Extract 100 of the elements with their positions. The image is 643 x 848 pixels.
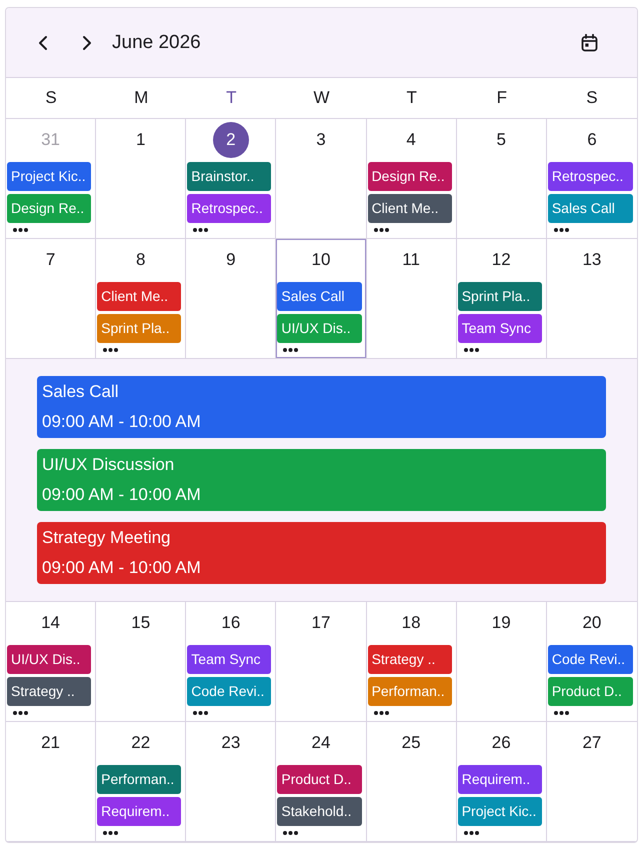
day-cell[interactable]: 7 bbox=[6, 239, 96, 358]
event-chip[interactable]: Team Sync bbox=[187, 645, 272, 674]
event-chip[interactable]: Stakehold.. bbox=[277, 797, 362, 826]
agenda-event[interactable]: Strategy Meeting 09:00 AM - 10:00 AM bbox=[37, 522, 606, 584]
more-icon[interactable] bbox=[554, 711, 569, 715]
more-icon[interactable] bbox=[554, 228, 569, 232]
day-cell[interactable]: 12 Sprint Pla.. Team Sync bbox=[456, 239, 547, 358]
day-cell[interactable]: 15 bbox=[96, 602, 186, 721]
day-cell[interactable]: 19 bbox=[456, 602, 547, 721]
more-icon[interactable] bbox=[193, 228, 208, 232]
weekday-label: F bbox=[496, 88, 507, 108]
weekday-label: M bbox=[134, 88, 148, 108]
date-number: 3 bbox=[315, 129, 327, 151]
event-chip[interactable]: Requirem.. bbox=[97, 797, 182, 826]
event-chip[interactable]: Performan.. bbox=[97, 765, 182, 794]
day-cell[interactable]: 13 bbox=[546, 239, 637, 358]
more-icon[interactable] bbox=[193, 711, 208, 715]
date-number: 23 bbox=[220, 732, 242, 754]
event-chip[interactable]: Team Sync bbox=[458, 314, 542, 343]
event-chip[interactable]: UI/UX Dis.. bbox=[7, 645, 92, 674]
event-time: 09:00 AM - 10:00 AM bbox=[42, 411, 201, 433]
event-chip[interactable]: Sprint Pla.. bbox=[458, 282, 542, 311]
event-chip[interactable]: Requirem.. bbox=[458, 765, 542, 794]
event-chip[interactable]: Strategy .. bbox=[7, 677, 92, 706]
more-icon[interactable] bbox=[103, 348, 118, 352]
month-title[interactable]: June 2026 bbox=[112, 32, 201, 54]
event-title: UI/UX Discussion bbox=[42, 454, 174, 476]
event-time: 09:00 AM - 10:00 AM bbox=[42, 557, 201, 579]
date-number: 2 bbox=[212, 122, 249, 158]
more-icon[interactable] bbox=[103, 831, 118, 835]
day-cell[interactable]: 2 Brainstor.. Retrospec.. bbox=[186, 119, 276, 238]
day-cell[interactable]: 11 bbox=[366, 239, 457, 358]
day-cell[interactable]: 25 bbox=[366, 722, 457, 841]
more-icon[interactable] bbox=[13, 711, 28, 715]
weekday-label: W bbox=[313, 88, 330, 108]
event-chip[interactable]: Strategy .. bbox=[368, 645, 452, 674]
day-cell[interactable]: 27 bbox=[546, 722, 637, 841]
event-chip[interactable]: Sales Call bbox=[548, 194, 633, 223]
day-cell[interactable]: 20 Code Revi.. Product D.. bbox=[546, 602, 637, 721]
event-chip[interactable]: Sales Call bbox=[277, 282, 362, 311]
event-chip[interactable]: Code Revi.. bbox=[548, 645, 633, 674]
day-cell[interactable]: 10 Sales Call UI/UX Dis.. bbox=[276, 239, 367, 358]
event-title: Strategy Meeting bbox=[42, 527, 171, 549]
day-cell[interactable]: 6 Retrospec.. Sales Call bbox=[546, 119, 637, 238]
day-cell[interactable]: 24 Product D.. Stakehold.. bbox=[276, 722, 367, 841]
event-chip[interactable]: Retrospec.. bbox=[548, 162, 633, 191]
day-cell[interactable]: 31 Project Kic.. Design Re.. bbox=[6, 119, 96, 238]
event-chip[interactable]: Client Me.. bbox=[97, 282, 182, 311]
date-number: 13 bbox=[581, 249, 602, 271]
day-cell[interactable]: 26 Requirem.. Project Kic.. bbox=[456, 722, 547, 841]
date-number: 16 bbox=[220, 612, 242, 634]
event-chip[interactable]: Code Revi.. bbox=[187, 677, 272, 706]
chevron-right-icon[interactable] bbox=[81, 34, 93, 50]
day-cell[interactable]: 5 bbox=[456, 119, 547, 238]
date-number: 15 bbox=[130, 612, 152, 634]
day-cell[interactable]: 21 bbox=[6, 722, 96, 841]
day-cell[interactable]: 8 Client Me.. Sprint Pla.. bbox=[96, 239, 186, 358]
date-number: 17 bbox=[310, 612, 332, 634]
date-number: 27 bbox=[581, 732, 602, 754]
day-cell[interactable]: 1 bbox=[96, 119, 186, 238]
date-number: 21 bbox=[40, 732, 62, 754]
more-icon[interactable] bbox=[13, 228, 28, 232]
date-number: 12 bbox=[490, 249, 512, 271]
event-chip[interactable]: Project Kic.. bbox=[458, 797, 542, 826]
more-icon[interactable] bbox=[374, 228, 389, 232]
agenda-event[interactable]: Sales Call 09:00 AM - 10:00 AM bbox=[37, 376, 606, 438]
date-number: 22 bbox=[130, 732, 152, 754]
event-chip[interactable]: Project Kic.. bbox=[7, 162, 92, 191]
event-chip[interactable]: Client Me.. bbox=[368, 194, 452, 223]
day-cell[interactable]: 9 bbox=[186, 239, 276, 358]
event-title: Sales Call bbox=[42, 381, 119, 403]
more-icon[interactable] bbox=[283, 831, 298, 835]
day-cell[interactable]: 17 bbox=[276, 602, 367, 721]
calendar-icon[interactable] bbox=[581, 34, 598, 52]
date-number: 24 bbox=[310, 732, 332, 754]
day-cell[interactable]: 23 bbox=[186, 722, 276, 841]
weekday-label: T bbox=[226, 88, 237, 108]
day-cell[interactable]: 3 bbox=[276, 119, 367, 238]
day-cell[interactable]: 4 Design Re.. Client Me.. bbox=[366, 119, 457, 238]
date-number: 18 bbox=[400, 612, 422, 634]
day-cell[interactable]: 16 Team Sync Code Revi.. bbox=[186, 602, 276, 721]
event-chip[interactable]: Design Re.. bbox=[368, 162, 452, 191]
event-chip[interactable]: Product D.. bbox=[277, 765, 362, 794]
more-icon[interactable] bbox=[283, 348, 298, 352]
day-cell[interactable]: 14 UI/UX Dis.. Strategy .. bbox=[6, 602, 96, 721]
weekday-label: S bbox=[586, 88, 598, 108]
more-icon[interactable] bbox=[464, 831, 479, 835]
event-chip[interactable]: Retrospec.. bbox=[187, 194, 272, 223]
date-number: 8 bbox=[134, 249, 146, 271]
day-cell[interactable]: 18 Strategy .. Performan.. bbox=[366, 602, 457, 721]
date-number: 1 bbox=[134, 129, 146, 151]
more-icon[interactable] bbox=[464, 348, 479, 352]
weekday-label: T bbox=[406, 88, 417, 108]
chevron-left-icon[interactable] bbox=[37, 34, 49, 50]
date-number: 6 bbox=[586, 129, 598, 151]
more-icon[interactable] bbox=[374, 711, 389, 715]
date-number: 19 bbox=[490, 612, 512, 634]
date-number: 14 bbox=[40, 612, 62, 634]
day-cell[interactable]: 22 Performan.. Requirem.. bbox=[96, 722, 186, 841]
event-chip[interactable]: Brainstor.. bbox=[187, 162, 272, 191]
